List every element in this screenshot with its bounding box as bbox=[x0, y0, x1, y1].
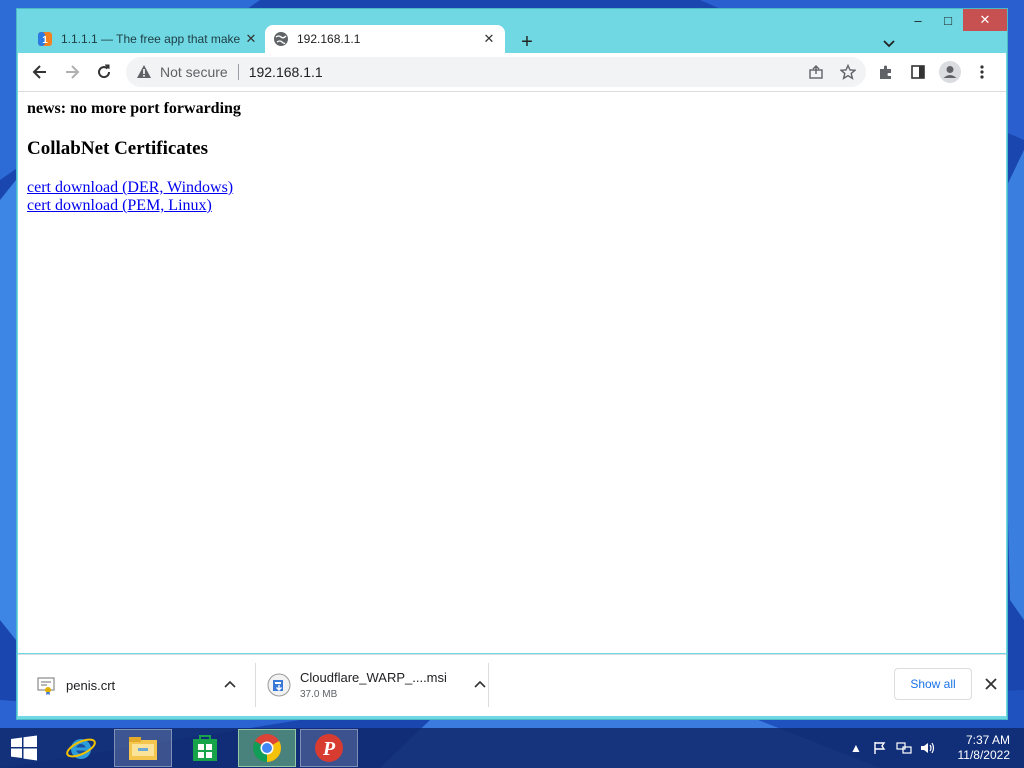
taskbar-internet-explorer[interactable] bbox=[52, 729, 110, 767]
arrow-right-icon bbox=[66, 65, 80, 79]
download-item[interactable]: Cloudflare_WARP_....msi 37.0 MB bbox=[266, 661, 488, 709]
address-bar[interactable]: Not secure 192.168.1.1 bbox=[126, 57, 866, 87]
chrome-icon bbox=[253, 734, 281, 762]
windows-logo-icon bbox=[11, 735, 37, 761]
tab-search-chevron-icon[interactable] bbox=[881, 35, 897, 51]
arrow-left-icon bbox=[32, 65, 46, 79]
puzzle-icon bbox=[880, 65, 891, 79]
download-shelf: penis.crt Cloudflare_WARP_....msi 37.0 M… bbox=[18, 654, 1006, 716]
action-center-flag-icon[interactable] bbox=[868, 738, 892, 758]
tab-strip: 1 1.1.1.1 — The free app that make ✕ 192… bbox=[17, 19, 1007, 53]
psiphon-icon: P bbox=[315, 734, 343, 762]
show-all-button[interactable]: Show all bbox=[894, 668, 972, 700]
clock-time: 7:37 AM bbox=[965, 733, 1010, 747]
show-hidden-icons-button[interactable]: ▲ bbox=[844, 738, 868, 758]
download-links: cert download (DER, Windows) cert downlo… bbox=[27, 179, 997, 215]
taskbar-chrome[interactable] bbox=[238, 729, 296, 767]
download-filename: Cloudflare_WARP_....msi bbox=[300, 670, 447, 685]
share-button[interactable] bbox=[804, 60, 828, 84]
star-icon bbox=[840, 64, 856, 80]
clock[interactable]: 7:37 AM 11/8/2022 bbox=[958, 733, 1011, 763]
svg-text:P: P bbox=[322, 738, 336, 760]
clock-date: 11/8/2022 bbox=[957, 748, 1011, 762]
taskbar: P ▲ 7:37 AM 11/8/2022 bbox=[0, 728, 1024, 768]
store-icon bbox=[193, 735, 217, 761]
chevron-up-icon[interactable] bbox=[472, 677, 488, 693]
cert-pem-link[interactable]: cert download (PEM, Linux) bbox=[27, 197, 997, 215]
svg-text:1: 1 bbox=[42, 35, 48, 46]
taskbar-store[interactable] bbox=[176, 729, 234, 767]
news-text: news: no more port forwarding bbox=[27, 100, 241, 117]
reload-icon bbox=[98, 64, 111, 79]
omnibox-separator bbox=[237, 64, 239, 80]
download-divider bbox=[255, 663, 256, 707]
forward-button[interactable] bbox=[56, 56, 88, 88]
side-panel-button[interactable] bbox=[902, 56, 934, 88]
warning-icon[interactable] bbox=[136, 64, 152, 80]
network-icon[interactable] bbox=[892, 738, 916, 758]
tab-cloudflare[interactable]: 1 1.1.1.1 — The free app that make ✕ bbox=[29, 25, 267, 53]
download-filename: penis.crt bbox=[66, 677, 116, 693]
cert-der-link[interactable]: cert download (DER, Windows) bbox=[27, 179, 997, 197]
url-text[interactable]: 192.168.1.1 bbox=[249, 64, 323, 80]
extensions-button[interactable] bbox=[870, 56, 902, 88]
taskbar-psiphon[interactable]: P bbox=[300, 729, 358, 767]
start-button[interactable] bbox=[0, 729, 48, 767]
chevron-up-icon[interactable] bbox=[222, 677, 238, 693]
close-tab-icon[interactable]: ✕ bbox=[243, 31, 259, 47]
browser-window: – □ ✕ 1 1.1.1.1 — The free app that make… bbox=[16, 8, 1008, 720]
close-tab-icon[interactable]: ✕ bbox=[481, 31, 497, 47]
avatar-icon bbox=[939, 61, 961, 83]
download-item[interactable]: penis.crt bbox=[36, 661, 252, 709]
system-tray: ▲ bbox=[844, 738, 940, 758]
browser-toolbar: Not secure 192.168.1.1 bbox=[18, 53, 1006, 91]
file-explorer-icon bbox=[129, 737, 157, 760]
cloudflare-1111-icon: 1 bbox=[38, 32, 52, 46]
profile-button[interactable] bbox=[934, 56, 966, 88]
back-button[interactable] bbox=[24, 56, 56, 88]
certificate-file-icon bbox=[37, 677, 55, 695]
reload-button[interactable] bbox=[88, 56, 120, 88]
menu-button[interactable] bbox=[966, 56, 998, 88]
share-icon bbox=[809, 65, 823, 79]
page-content: news: no more port forwarding CollabNet … bbox=[18, 91, 1006, 653]
close-shelf-button[interactable] bbox=[980, 673, 1002, 695]
page-heading: CollabNet Certificates bbox=[27, 138, 208, 159]
internet-explorer-icon bbox=[66, 738, 96, 759]
volume-icon[interactable] bbox=[916, 738, 940, 758]
download-size: 37.0 MB bbox=[300, 689, 338, 700]
bookmark-button[interactable] bbox=[836, 60, 860, 84]
tab-title: 192.168.1.1 bbox=[297, 32, 361, 46]
new-tab-button[interactable]: + bbox=[517, 32, 537, 53]
close-icon bbox=[985, 678, 997, 690]
msi-installer-icon bbox=[267, 673, 291, 697]
taskbar-file-explorer[interactable] bbox=[114, 729, 172, 767]
tab-title: 1.1.1.1 — The free app that make bbox=[61, 32, 241, 46]
side-panel-icon bbox=[911, 65, 925, 79]
tab-router[interactable]: 192.168.1.1 ✕ bbox=[265, 25, 505, 53]
download-divider bbox=[488, 663, 489, 707]
security-status[interactable]: Not secure bbox=[160, 64, 228, 80]
globe-icon bbox=[274, 32, 288, 46]
kebab-menu-icon bbox=[980, 65, 984, 79]
